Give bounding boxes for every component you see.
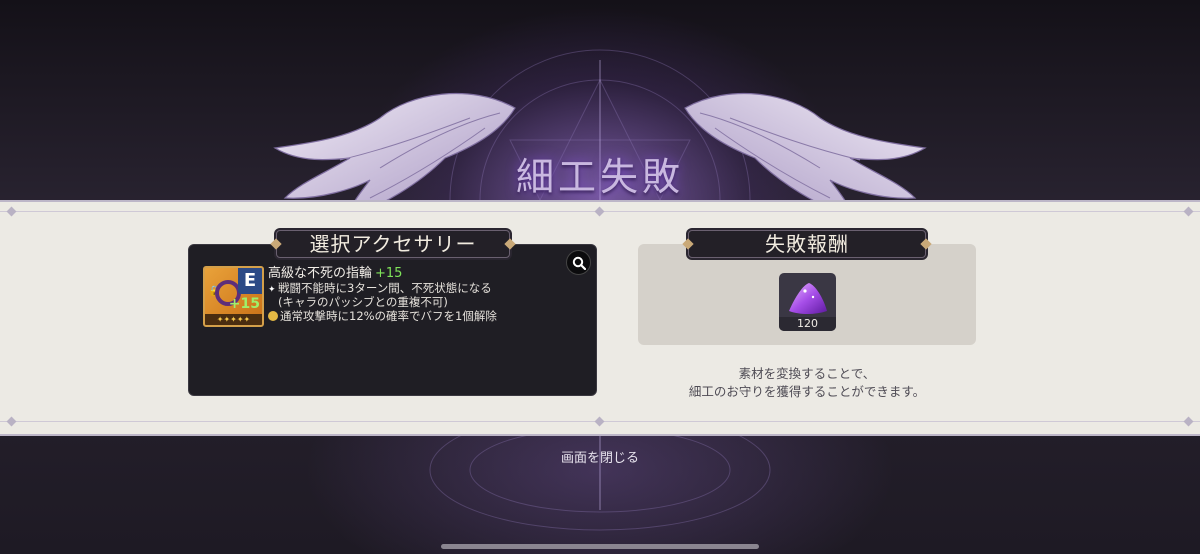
grade-badge: E: [238, 268, 262, 294]
reward-description-line-1: 素材を変換することで、: [738, 366, 876, 381]
band-ornament: [1183, 416, 1194, 427]
band-ornament: [594, 206, 605, 217]
accessory-name: 高級な不死の指輪: [268, 266, 373, 281]
selected-accessory-header-label: 選択アクセサリー: [309, 232, 477, 256]
close-screen-button[interactable]: 画面を閉じる: [0, 447, 1200, 466]
reward-item[interactable]: 120: [779, 273, 836, 331]
star-rating-icon: ✦✦✦✦✦: [205, 314, 262, 325]
effect-1-text: 戦闘不能時に3ターン間、不死状態になる: [278, 281, 492, 295]
gold-plus-icon: [268, 311, 278, 321]
effect-1-note: (キャラのパッシブとの重複不可): [278, 295, 448, 309]
accessory-item-icon[interactable]: 🔒 E +15 ✦✦✦✦✦: [203, 266, 264, 327]
band-ornament: [6, 416, 17, 427]
band-ornament: [1183, 206, 1194, 217]
failure-reward-header-label: 失敗報酬: [765, 232, 849, 256]
failure-reward-header: 失敗報酬: [682, 230, 932, 258]
band-ornament: [594, 416, 605, 427]
purple-powder-icon: [789, 283, 827, 314]
reward-description-line-2: 細工のお守りを獲得することができます。: [688, 384, 926, 399]
effect-2: 通常攻撃時に12%の確率でバフを1個解除: [268, 309, 497, 323]
sparkle-icon: ✦: [268, 285, 276, 295]
accessory-level: +15: [375, 266, 403, 281]
effect-2-text: 通常攻撃時に12%の確率でバフを1個解除: [280, 309, 497, 323]
accessory-name-row: 高級な不死の指輪 +15: [268, 262, 402, 281]
item-icon-level: +15: [228, 296, 260, 312]
result-title: 細工失敗: [515, 155, 684, 199]
band-ornament: [6, 206, 17, 217]
search-button[interactable]: [566, 250, 591, 275]
result-band: [0, 200, 1200, 436]
reward-quantity: 120: [779, 317, 836, 331]
home-indicator[interactable]: [441, 544, 759, 549]
selected-accessory-header: 選択アクセサリー: [270, 230, 516, 258]
search-icon: [572, 256, 586, 270]
